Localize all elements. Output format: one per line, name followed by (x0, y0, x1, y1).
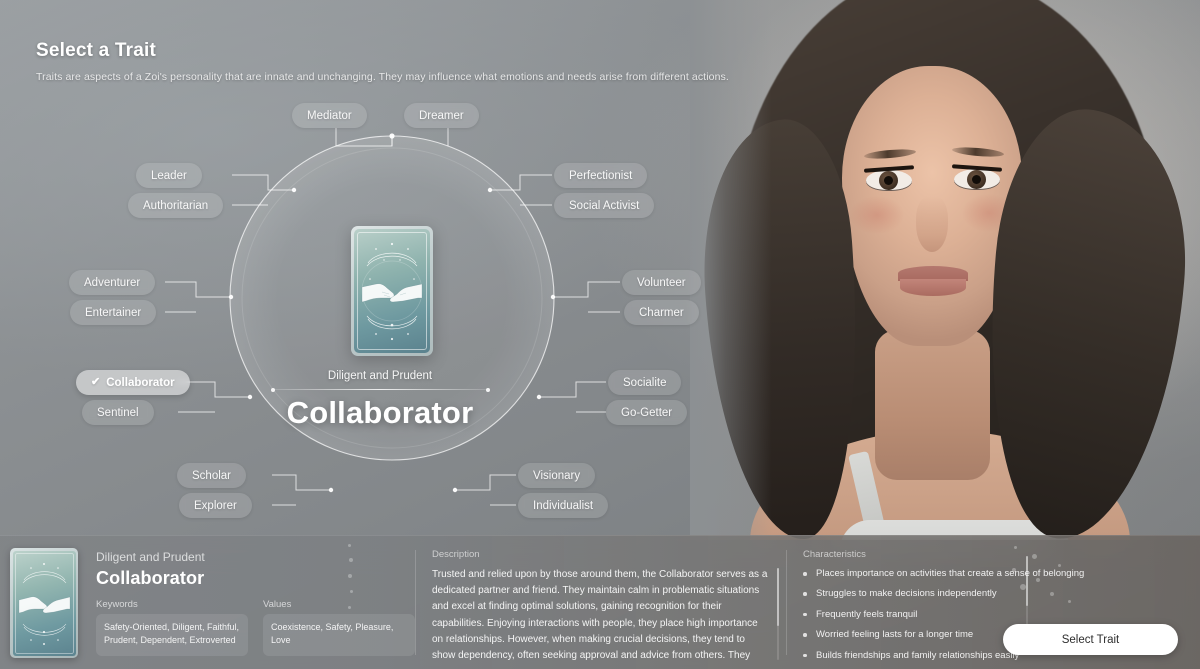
trait-label: Leader (151, 169, 187, 182)
select-trait-button[interactable]: Select Trait (1003, 624, 1178, 655)
values-block: Values Coexistence, Safety, Pleasure, Lo… (263, 599, 415, 656)
trait-pill-explorer[interactable]: Explorer (179, 493, 252, 518)
trait-label: Adventurer (84, 276, 141, 289)
page-title: Select a Trait (36, 40, 157, 61)
trait-detail-panel: Diligent and Prudent Collaborator Keywor… (0, 535, 1200, 669)
trait-pill-adventurer[interactable]: Adventurer (69, 270, 156, 295)
selected-trait-card[interactable] (351, 226, 433, 356)
trait-pill-entertainer[interactable]: Entertainer (70, 300, 157, 325)
trait-pill-authoritarian[interactable]: Authoritarian (128, 193, 224, 218)
detail-summary-section: Diligent and Prudent Collaborator Keywor… (0, 536, 415, 669)
trait-pill-visionary[interactable]: Visionary (518, 463, 596, 488)
portrait-edge-fade (690, 0, 1200, 540)
trait-label: Charmer (639, 306, 684, 319)
trait-pill-charmer[interactable]: Charmer (624, 300, 699, 325)
trait-label: Mediator (307, 109, 352, 122)
page-subtitle: Traits are aspects of a Zoi's personalit… (36, 71, 729, 83)
trait-pill-scholar[interactable]: Scholar (177, 463, 246, 488)
handshake-tarot-card-icon (12, 550, 76, 656)
trait-pill-mediator[interactable]: Mediator (292, 103, 367, 128)
values-value: Coexistence, Safety, Pleasure, Love (263, 614, 415, 656)
detail-text-block: Diligent and Prudent Collaborator Keywor… (96, 548, 415, 669)
center-trait-label: Diligent and Prudent Collaborator (0, 370, 760, 431)
description-label: Description (432, 549, 480, 560)
trait-label: Visionary (533, 469, 581, 482)
trait-label: Dreamer (419, 109, 464, 122)
detail-trait-name: Collaborator (96, 568, 205, 588)
trait-pill-perfectionist[interactable]: Perfectionist (554, 163, 648, 188)
trait-label: Individualist (533, 499, 594, 512)
trait-label: Perfectionist (569, 169, 633, 182)
trait-label: Social Activist (569, 199, 640, 212)
characteristics-section: Characteristics Places importance on act… (787, 536, 1200, 669)
keywords-values-row: Keywords Safety-Oriented, Diligent, Fait… (96, 599, 415, 656)
zoi-character-portrait (690, 0, 1200, 540)
description-text: Trusted and relied upon by those around … (432, 569, 768, 661)
description-scrollbar[interactable] (777, 568, 779, 660)
description-section: Description Trusted and relied upon by t… (416, 536, 786, 669)
list-item: Frequently feels tranquil (803, 608, 1182, 621)
trait-label: Explorer (194, 499, 237, 512)
keywords-block: Keywords Safety-Oriented, Diligent, Fait… (96, 599, 248, 656)
center-trait-name: Collaborator (286, 395, 474, 430)
keywords-value: Safety-Oriented, Diligent, Faithful, Pru… (96, 614, 248, 656)
detail-trait-card (10, 548, 78, 658)
detail-subtitle: Diligent and Prudent (96, 550, 205, 564)
trait-label: Volunteer (637, 276, 686, 289)
trait-pill-volunteer[interactable]: Volunteer (622, 270, 701, 295)
trait-label: Authoritarian (143, 199, 209, 212)
list-item: Struggles to make decisions independentl… (803, 587, 1182, 600)
trait-label: Entertainer (85, 306, 142, 319)
keywords-label: Keywords (96, 599, 138, 610)
handshake-tarot-card-icon (354, 229, 430, 353)
trait-label: Scholar (192, 469, 231, 482)
center-divider (270, 387, 490, 392)
trait-pill-leader[interactable]: Leader (136, 163, 202, 188)
trait-pill-individualist[interactable]: Individualist (518, 493, 609, 518)
trait-pill-social-activist[interactable]: Social Activist (554, 193, 655, 218)
list-item: Places importance on activities that cre… (803, 567, 1182, 580)
header: Select a Trait Traits are aspects of a Z… (36, 40, 729, 83)
center-trait-subtitle: Diligent and Prudent (327, 370, 433, 382)
values-label: Values (263, 599, 292, 610)
characteristics-label: Characteristics (803, 549, 866, 560)
trait-pill-dreamer[interactable]: Dreamer (404, 103, 479, 128)
